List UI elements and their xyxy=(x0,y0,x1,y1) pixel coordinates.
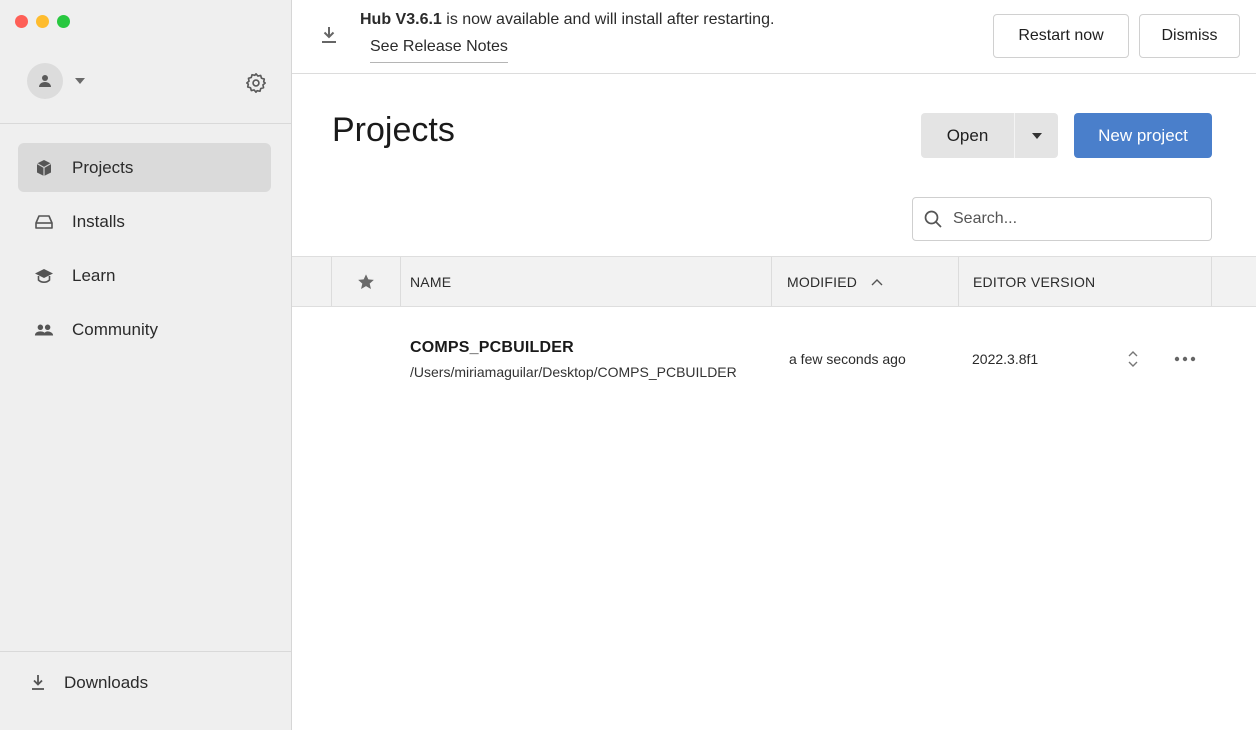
project-name: COMPS_PCBUILDER xyxy=(410,339,574,356)
account-menu-button[interactable] xyxy=(27,63,89,99)
ellipsis-icon xyxy=(1174,356,1196,362)
minimize-window-button[interactable] xyxy=(36,15,49,28)
project-modified: a few seconds ago xyxy=(789,351,906,367)
chevron-up-icon xyxy=(871,278,883,285)
window-controls xyxy=(15,15,70,28)
sidebar-divider xyxy=(0,651,291,652)
name-column-header[interactable]: NAME xyxy=(401,257,772,306)
star-icon xyxy=(358,273,374,289)
sidebar-divider xyxy=(0,123,291,124)
sidebar-nav: Projects Installs Learn Community xyxy=(18,143,271,359)
modified-column-label: MODIFIED xyxy=(787,273,858,290)
download-icon xyxy=(320,25,338,50)
sidebar-item-label: Learn xyxy=(72,265,116,285)
project-editor-version: 2022.3.8f1 xyxy=(972,351,1039,367)
sidebar-item-label: Community xyxy=(72,319,158,339)
update-version: Hub V3.6.1 xyxy=(360,11,442,28)
dismiss-button[interactable]: Dismiss xyxy=(1139,14,1240,58)
sidebar-item-learn[interactable]: Learn xyxy=(18,251,271,300)
sidebar-item-community[interactable]: Community xyxy=(18,305,271,354)
downloads-label: Downloads xyxy=(64,673,149,692)
sidebar-item-label: Projects xyxy=(72,157,134,177)
sidebar-item-installs[interactable]: Installs xyxy=(18,197,271,246)
open-button[interactable]: Open xyxy=(921,113,1014,158)
main-content: Hub V3.6.1 is now available and will ins… xyxy=(292,0,1256,730)
open-dropdown-button[interactable] xyxy=(1014,113,1058,158)
download-icon xyxy=(32,675,44,690)
favorite-column-header[interactable] xyxy=(332,257,401,306)
update-message: Hub V3.6.1 is now available and will ins… xyxy=(360,11,774,29)
search-box[interactable] xyxy=(912,197,1212,241)
table-header-spacer xyxy=(292,257,332,306)
drive-icon xyxy=(34,212,54,232)
gear-icon xyxy=(246,73,266,93)
zoom-window-button[interactable] xyxy=(57,15,70,28)
release-notes-link[interactable]: See Release Notes xyxy=(370,38,508,63)
cube-icon xyxy=(34,158,54,178)
search-input[interactable] xyxy=(953,210,1193,228)
modified-column-header[interactable]: MODIFIED xyxy=(772,257,959,306)
avatar xyxy=(27,63,63,99)
settings-button[interactable] xyxy=(245,72,267,94)
sidebar: Projects Installs Learn Community Downlo… xyxy=(0,0,292,730)
update-banner: Hub V3.6.1 is now available and will ins… xyxy=(292,0,1256,74)
editor-version-column-header[interactable]: EDITOR VERSION xyxy=(959,257,1212,306)
more-options-button[interactable] xyxy=(1172,348,1198,370)
graduation-cap-icon xyxy=(34,266,54,286)
person-icon xyxy=(39,75,51,87)
downloads-button[interactable]: Downloads xyxy=(30,673,148,693)
table-header: NAME MODIFIED EDITOR VERSION xyxy=(292,256,1256,307)
search-icon xyxy=(924,210,942,228)
sidebar-item-label: Installs xyxy=(72,211,125,231)
chevron-up-down-icon xyxy=(1128,351,1138,367)
restart-now-button[interactable]: Restart now xyxy=(993,14,1129,58)
page-title: Projects xyxy=(332,111,455,149)
sidebar-item-projects[interactable]: Projects xyxy=(18,143,271,192)
open-button-group: Open xyxy=(921,113,1058,158)
editor-version-select[interactable] xyxy=(1126,348,1146,370)
chevron-down-icon xyxy=(71,72,89,90)
project-path: /Users/miriamaguilar/Desktop/COMPS_PCBUI… xyxy=(410,364,737,380)
people-icon xyxy=(34,320,54,340)
update-message-text: is now available and will install after … xyxy=(441,11,775,28)
chevron-down-icon xyxy=(1031,132,1042,139)
new-project-button[interactable]: New project xyxy=(1074,113,1212,158)
close-window-button[interactable] xyxy=(15,15,28,28)
table-row[interactable]: COMPS_PCBUILDER /Users/miriamaguilar/Des… xyxy=(292,308,1256,408)
